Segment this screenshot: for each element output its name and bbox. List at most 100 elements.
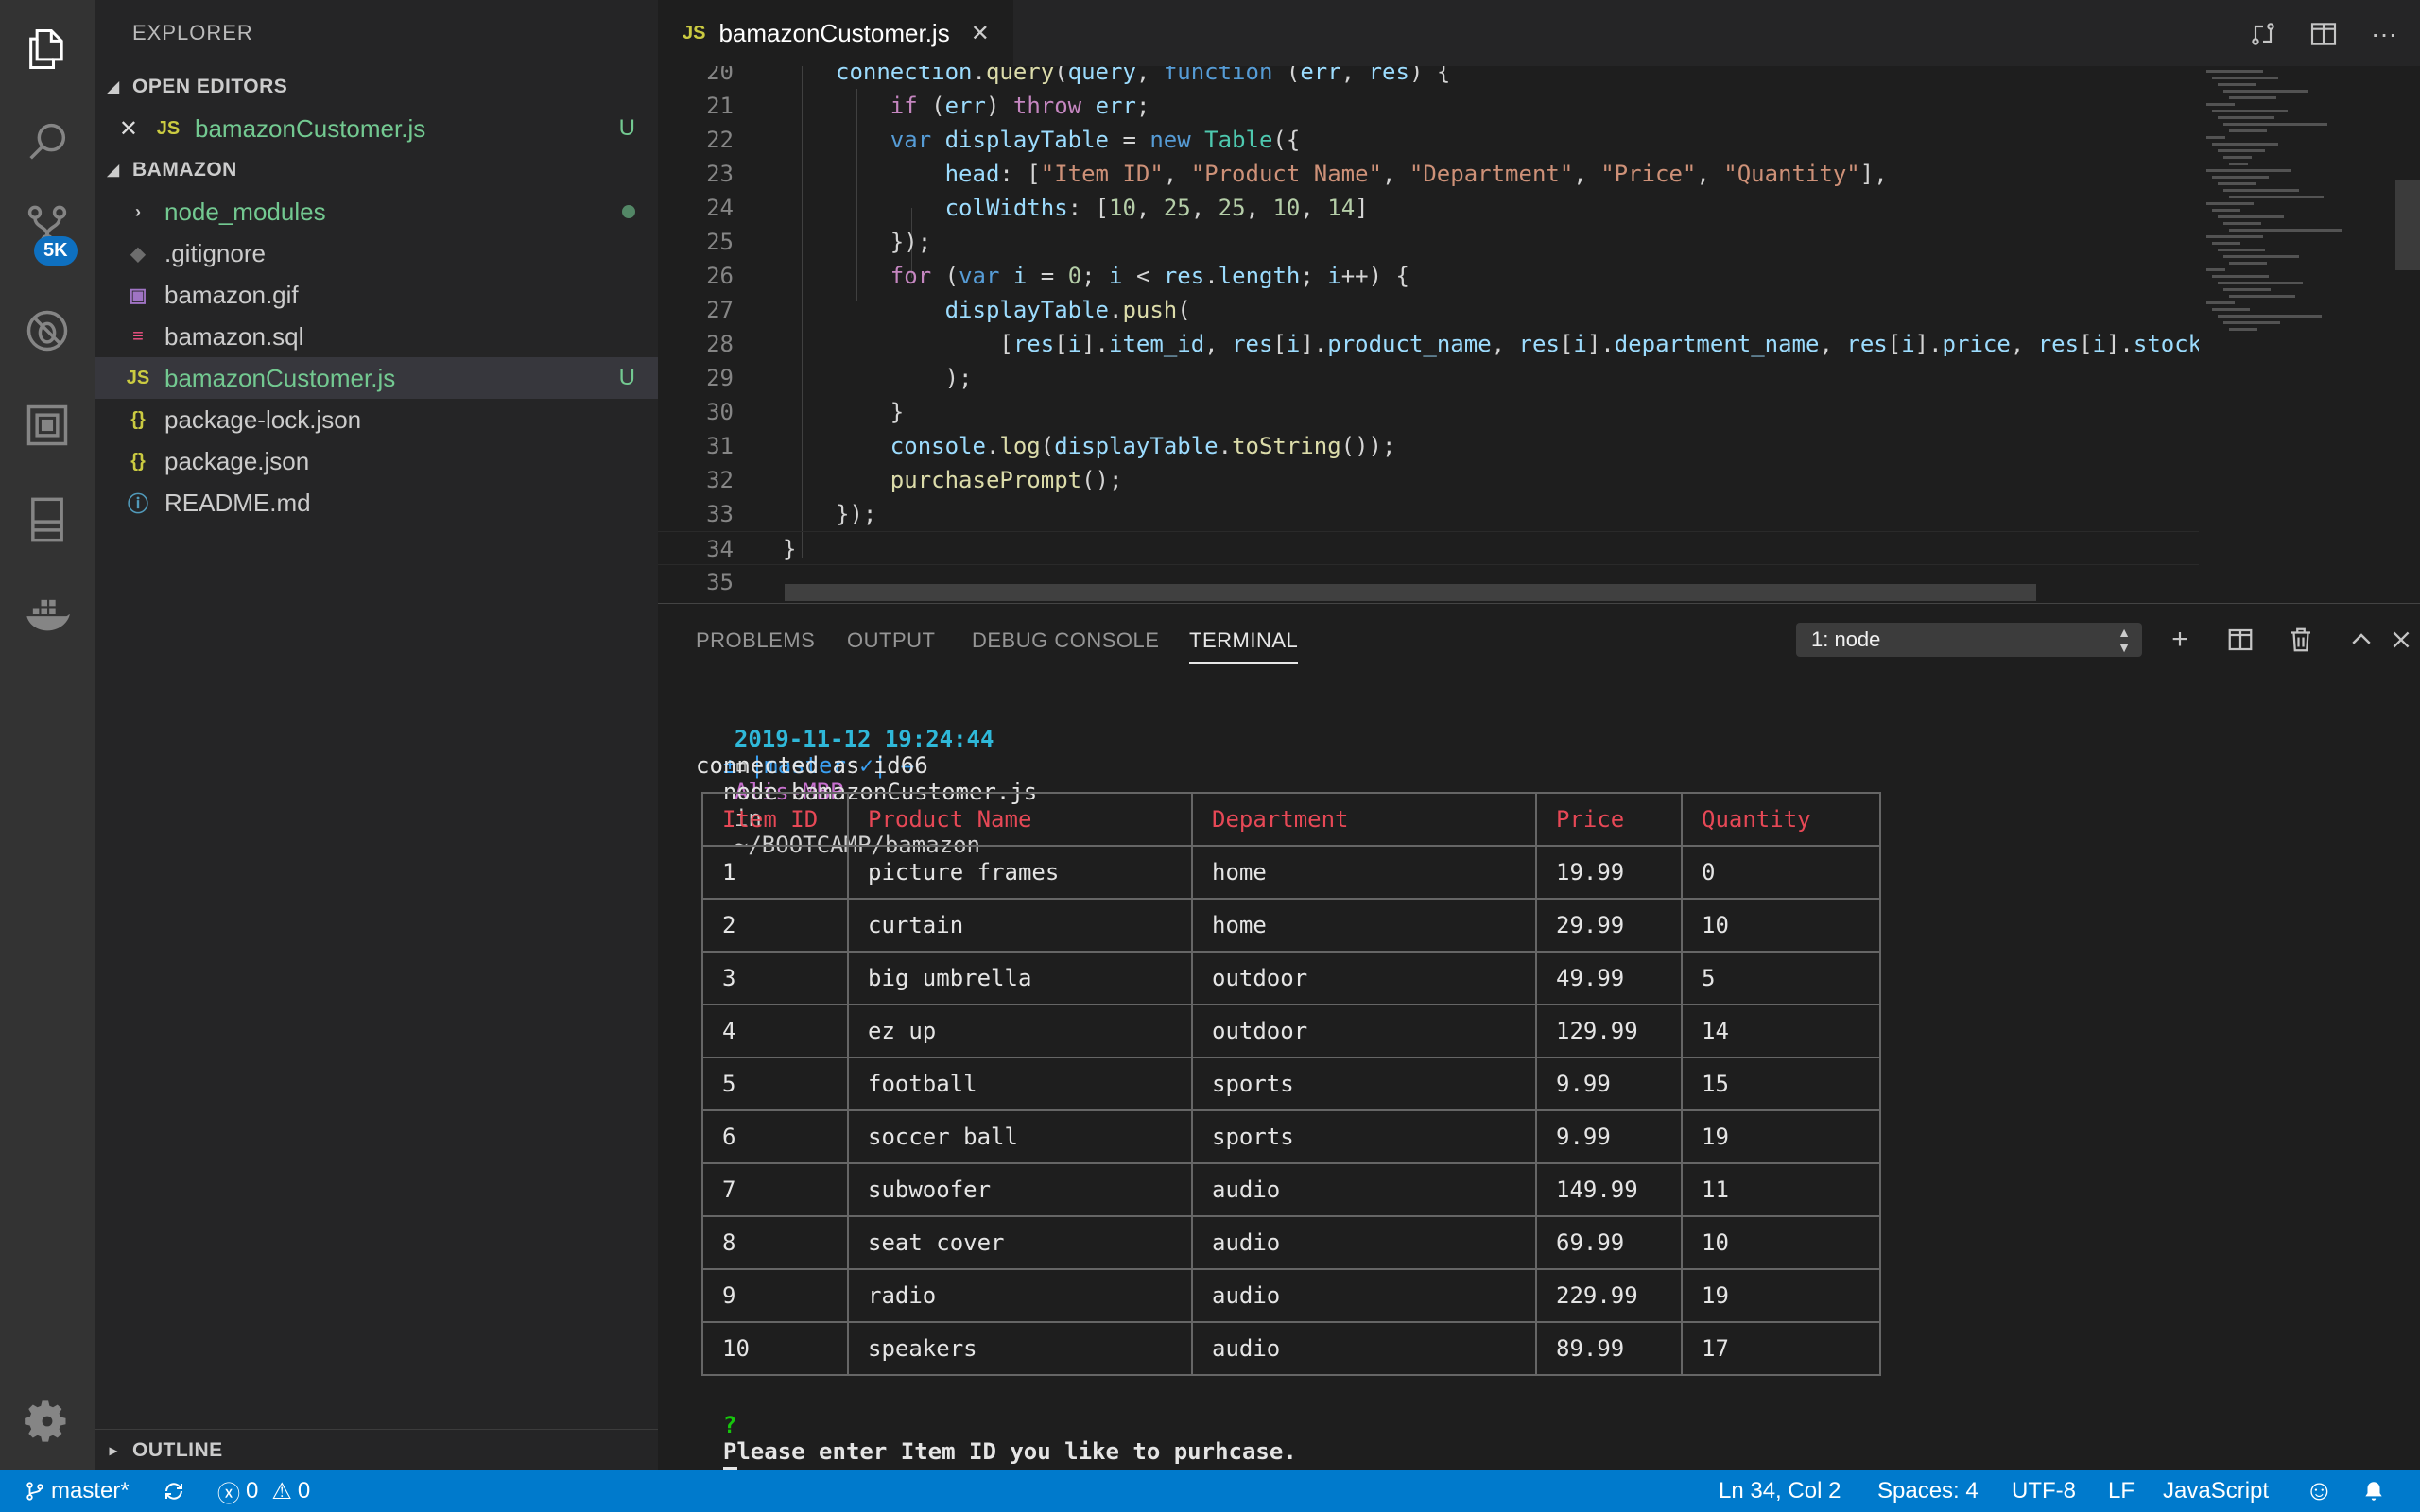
table-cell: big umbrella bbox=[847, 951, 1193, 1005]
file-bamazon-sql[interactable]: ≡ bamazon.sql bbox=[95, 316, 658, 357]
table-cell: audio bbox=[1191, 1162, 1537, 1217]
minimap[interactable] bbox=[2199, 66, 2395, 603]
table-row: 10 speakers audio 89.99 17 bbox=[701, 1321, 1881, 1376]
file-gitignore[interactable]: ◆ .gitignore bbox=[95, 232, 658, 274]
tab-debug-console[interactable]: DEBUG CONSOLE bbox=[972, 628, 1159, 653]
outline-label: OUTLINE bbox=[132, 1438, 223, 1461]
file-package-json[interactable]: {} package.json bbox=[95, 440, 658, 482]
git-status-untracked: U bbox=[618, 115, 635, 141]
table-cell: 9.99 bbox=[1535, 1109, 1683, 1164]
branch-name: master* bbox=[51, 1478, 130, 1503]
table-cell: 89.99 bbox=[1535, 1321, 1683, 1376]
close-icon[interactable]: ✕ bbox=[971, 20, 990, 47]
horizontal-scrollbar[interactable] bbox=[785, 584, 2036, 601]
code-line: 23 head: ["Item ID", "Product Name", "De… bbox=[658, 157, 2199, 191]
table-row: 7 subwoofer audio 149.99 11 bbox=[701, 1162, 1881, 1217]
vertical-scrollbar[interactable] bbox=[2395, 180, 2420, 270]
table-cell: sports bbox=[1191, 1109, 1537, 1164]
line-number: 29 bbox=[706, 365, 734, 391]
open-editors-section[interactable]: ◢ OPEN EDITORS bbox=[95, 66, 658, 108]
editor-tab[interactable]: JS bamazonCustomer.js ✕ bbox=[658, 0, 1013, 66]
indentation[interactable]: Spaces: 4 bbox=[1877, 1470, 1979, 1512]
sync-icon[interactable] bbox=[163, 1470, 185, 1512]
language-mode[interactable]: JavaScript bbox=[2163, 1470, 2269, 1512]
table-cell: radio bbox=[847, 1268, 1193, 1323]
tab-terminal[interactable]: TERMINAL bbox=[1189, 628, 1299, 664]
table-cell: audio bbox=[1191, 1215, 1537, 1270]
file-readme-md[interactable]: ⓘ README.md bbox=[95, 482, 658, 524]
database-icon: ≡ bbox=[132, 325, 144, 347]
remote-explorer-icon[interactable] bbox=[19, 491, 76, 548]
files-icon[interactable] bbox=[19, 21, 76, 77]
split-terminal-icon[interactable] bbox=[2221, 621, 2259, 659]
open-changes-icon[interactable] bbox=[2244, 15, 2282, 53]
split-editor-icon[interactable] bbox=[2305, 15, 2342, 53]
table-cell: 8 bbox=[701, 1215, 849, 1270]
table-cell: 2 bbox=[701, 898, 849, 953]
encoding[interactable]: UTF-8 bbox=[2012, 1470, 2076, 1512]
more-actions-icon[interactable]: ··· bbox=[2365, 15, 2403, 53]
table-cell: 229.99 bbox=[1535, 1268, 1683, 1323]
table-cell: outdoor bbox=[1191, 1004, 1537, 1058]
terminal-select[interactable]: 1: node ▲ ▼ bbox=[1796, 623, 2142, 657]
extensions-icon[interactable] bbox=[19, 397, 76, 454]
tab-problems[interactable]: PROBLEMS bbox=[696, 628, 815, 653]
file-bamazon-gif[interactable]: ▣ bamazon.gif bbox=[95, 274, 658, 316]
file-package-lock-json[interactable]: {} package-lock.json bbox=[95, 399, 658, 440]
line-number: 22 bbox=[706, 127, 734, 153]
code-line: 24 colWidths: [10, 25, 25, 10, 14] bbox=[658, 191, 2199, 225]
settings-gear-icon[interactable] bbox=[19, 1393, 76, 1450]
file-name: package.json bbox=[164, 446, 310, 475]
branch-indicator[interactable]: master* bbox=[25, 1470, 130, 1512]
kill-terminal-icon[interactable] bbox=[2282, 621, 2320, 659]
table-cell: audio bbox=[1191, 1321, 1537, 1376]
table-cell: 49.99 bbox=[1535, 951, 1683, 1005]
table-cell: 1 bbox=[701, 845, 849, 900]
notifications-bell-icon[interactable] bbox=[2361, 1470, 2386, 1512]
line-number: 35 bbox=[706, 569, 734, 595]
json-icon: {} bbox=[130, 408, 146, 430]
table-cell: football bbox=[847, 1057, 1193, 1111]
code-line: 34} bbox=[658, 531, 2199, 565]
search-icon[interactable] bbox=[19, 113, 76, 170]
table-row: 5 football sports 9.99 15 bbox=[701, 1057, 1881, 1111]
git-icon: ◆ bbox=[130, 243, 146, 265]
triangle-down-icon: ◢ bbox=[107, 163, 120, 179]
close-panel-icon[interactable] bbox=[2382, 621, 2420, 659]
code-line: 26 for (var i = 0; i < res.length; i++) … bbox=[658, 259, 2199, 293]
info-icon: ⓘ bbox=[127, 492, 148, 516]
project-section[interactable]: ◢ BAMAZON bbox=[95, 149, 658, 191]
table-row: 8 seat cover audio 69.99 10 bbox=[701, 1215, 1881, 1270]
code-line: 22 var displayTable = new Table({ bbox=[658, 123, 2199, 157]
table-cell: home bbox=[1191, 845, 1537, 900]
table-cell: 10 bbox=[701, 1321, 849, 1376]
file-node-modules[interactable]: › node_modules bbox=[95, 191, 658, 232]
line-number: 34 bbox=[706, 536, 734, 562]
outline-section[interactable]: ▸ OUTLINE bbox=[95, 1429, 658, 1470]
maximize-panel-icon[interactable] bbox=[2342, 621, 2380, 659]
table-cell: subwoofer bbox=[847, 1162, 1193, 1217]
table-cell: 149.99 bbox=[1535, 1162, 1683, 1217]
file-bamazoncustomer-js[interactable]: JS bamazonCustomer.js U bbox=[95, 357, 658, 399]
table-cell: 7 bbox=[701, 1162, 849, 1217]
table-cell: 14 bbox=[1681, 1004, 1881, 1058]
cursor-position[interactable]: Ln 34, Col 2 bbox=[1719, 1470, 1841, 1512]
docker-icon[interactable] bbox=[19, 586, 76, 643]
debug-icon[interactable] bbox=[19, 302, 76, 359]
table-cell: 10 bbox=[1681, 1215, 1881, 1270]
tab-output[interactable]: OUTPUT bbox=[847, 628, 935, 653]
warning-count: 0 bbox=[297, 1478, 311, 1503]
feedback-smiley-icon[interactable]: ☺ bbox=[2305, 1470, 2334, 1512]
problems-indicator[interactable]: ⓧ 0 ⚠ 0 bbox=[217, 1470, 310, 1512]
triangle-right-icon: ▸ bbox=[109, 1442, 118, 1459]
table-row: 2 curtain home 29.99 10 bbox=[701, 898, 1881, 953]
line-number: 21 bbox=[706, 93, 734, 119]
new-terminal-icon[interactable]: + bbox=[2161, 621, 2199, 659]
code-editor[interactable]: 20 connection.query(query, function (err,… bbox=[658, 66, 2420, 603]
scm-badge: 5K bbox=[34, 236, 78, 266]
code-line: 28 [res[i].item_id, res[i].product_name,… bbox=[658, 327, 2202, 361]
line-endings[interactable]: LF bbox=[2108, 1470, 2135, 1512]
close-icon[interactable]: ✕ bbox=[95, 115, 138, 143]
open-editor-item[interactable]: ✕ JS bamazonCustomer.js U bbox=[95, 108, 658, 149]
table-cell: outdoor bbox=[1191, 951, 1537, 1005]
